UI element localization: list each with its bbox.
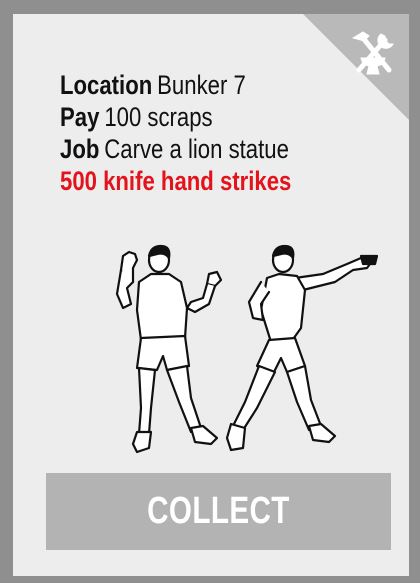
job-value: Carve a lion statue — [104, 134, 289, 164]
card-frame: Location Bunker 7 Pay 100 scraps Job Carve … — [0, 0, 420, 583]
pay-line: Pay 100 scraps — [60, 102, 330, 133]
collect-button-label: COLLECT — [147, 490, 290, 532]
job-label: Job — [60, 134, 100, 164]
job-card: Location Bunker 7 Pay 100 scraps Job Carve … — [13, 14, 409, 576]
job-line: Job Carve a lion statue — [60, 134, 330, 165]
location-line: Location Bunker 7 — [60, 70, 330, 101]
pay-label: Pay — [60, 102, 100, 132]
location-value: Bunker 7 — [157, 70, 246, 100]
collect-button[interactable]: COLLECT — [46, 473, 391, 550]
knife-hand-strike-figure — [115, 244, 379, 454]
job-info: Location Bunker 7 Pay 100 scraps Job Carve … — [60, 70, 389, 198]
task-line: 500 knife hand strikes — [60, 166, 292, 196]
pay-value: 100 scraps — [104, 102, 213, 132]
location-label: Location — [60, 70, 153, 100]
